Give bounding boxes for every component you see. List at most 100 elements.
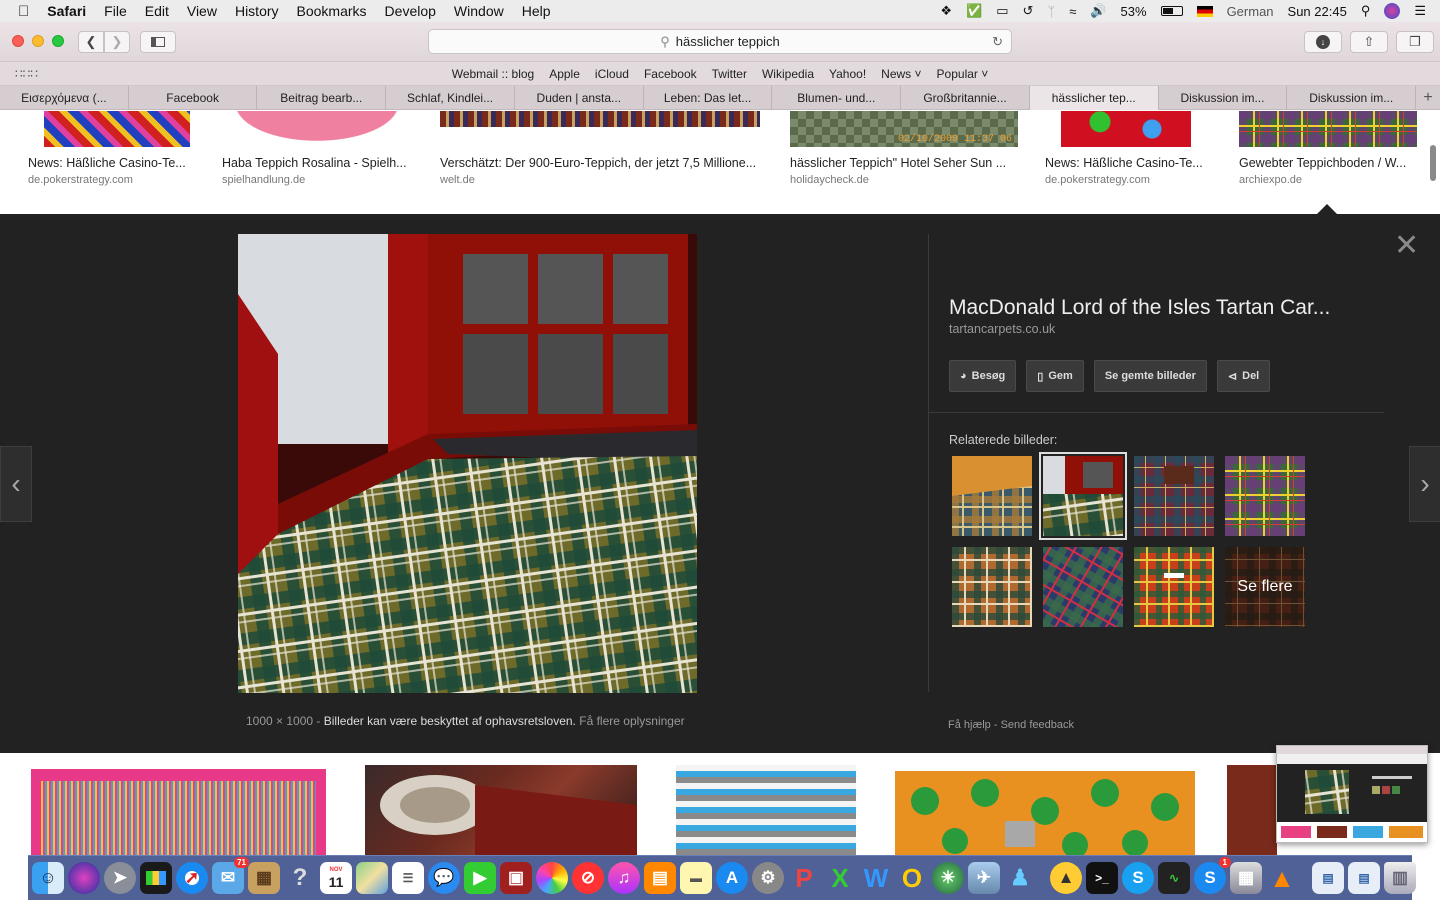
wifi-icon[interactable]: ≈ [1069,4,1076,19]
result-title[interactable]: News: Häßliche Casino-Te... [1045,156,1211,170]
close-window-button[interactable] [12,35,24,47]
mission-control-icon[interactable] [140,862,172,894]
checkmark-icon[interactable]: ✅ [966,3,982,19]
screenshot-thumbnail[interactable] [1276,745,1428,843]
result-title[interactable]: hässlicher Teppich" Hotel Seher Sun ... [790,156,1020,170]
saved-images-button[interactable]: Se gemte billeder [1093,360,1207,392]
related-image-selected[interactable] [1039,452,1127,540]
activity-monitor-icon[interactable]: ∿ [1158,862,1190,894]
image-result[interactable]: Gewebter Teppichboden / W... archiexpo.d… [1239,111,1419,186]
preview-image[interactable] [238,234,697,693]
menu-file[interactable]: File [104,3,127,19]
volume-icon[interactable]: 🔊 [1090,3,1106,19]
app-store-icon[interactable]: A [716,862,748,894]
bluetooth-icon[interactable]: ᛉ [1047,4,1055,19]
result-title[interactable]: News: Häßliche Casino-Te... [28,156,194,170]
facetime-icon[interactable]: ▶ [464,862,496,894]
image-result[interactable] [895,771,1195,855]
drive-icon[interactable]: ▲ [1050,862,1082,894]
new-tab-button[interactable]: + [1416,86,1440,109]
address-bar[interactable]: ⚲ hässlicher teppich ↻ [428,29,1012,54]
menu-app-name[interactable]: Safari [47,3,86,19]
tab-duden[interactable]: Duden | ansta... [515,86,644,110]
related-image[interactable] [1134,547,1214,627]
downloads-button[interactable]: ↓ [1304,31,1342,53]
messages-icon[interactable]: 💬 [428,862,460,894]
siri-icon[interactable] [1384,3,1401,19]
apple-menu-icon[interactable]:  [18,3,29,20]
favorite-wikipedia[interactable]: Wikipedia [762,67,814,81]
input-language[interactable]: German [1227,4,1274,19]
excel-icon[interactable]: X [824,862,856,894]
close-preview-icon[interactable]: ✕ [1394,231,1419,261]
favorite-twitter[interactable]: Twitter [712,67,747,81]
favorite-icloud[interactable]: iCloud [595,67,629,81]
outlook-icon[interactable]: O [896,862,928,894]
news-icon[interactable]: ⊘ [572,862,604,894]
tab-diskussion-1[interactable]: Diskussion im... [1159,86,1288,110]
tab-leben[interactable]: Leben: Das let... [644,86,773,110]
help-icon[interactable]: ? [284,862,316,894]
back-button[interactable]: ❮ [78,31,104,53]
airplay-icon[interactable]: ▭ [996,3,1008,19]
favorite-popular-folder[interactable]: Popular ˅ [937,67,989,81]
reload-icon[interactable]: ↻ [992,34,1003,50]
skype-business-icon[interactable]: S1 [1194,857,1231,894]
tab-haesslicher-teppich[interactable]: hässlicher tep... [1029,86,1159,110]
result-title[interactable]: Gewebter Teppichboden / W... [1239,156,1419,170]
page-scrollbar[interactable] [1430,145,1436,181]
image-result[interactable]: News: Häßliche Casino-Te... de.pokerstra… [28,111,194,186]
photos-icon[interactable] [536,862,568,894]
share-button[interactable]: ⇧ [1350,31,1388,53]
maps-icon[interactable] [356,862,388,894]
menu-edit[interactable]: Edit [145,3,169,19]
users-icon[interactable]: ♟ [1004,862,1036,894]
forward-button[interactable]: ❯ [104,31,130,53]
result-title[interactable]: Haba Teppich Rosalina - Spielh... [222,156,412,170]
network-utility-icon[interactable]: ☀ [932,862,964,894]
top-sites-grid-icon[interactable]: ∷∷∷ [15,67,38,81]
clock[interactable]: Sun 22:45 [1288,4,1347,19]
related-image[interactable] [1225,456,1305,536]
photo-tool-icon[interactable]: ✈ [968,862,1000,894]
flag-de-icon[interactable] [1196,5,1213,17]
tab-diskussion-2[interactable]: Diskussion im... [1287,86,1417,110]
tab-facebook[interactable]: Facebook [129,86,258,110]
tab-overview-button[interactable]: ❐ [1396,31,1434,53]
favorite-webmail[interactable]: Webmail :: blog [452,67,534,81]
result-thumbnail[interactable] [222,111,412,147]
powerpoint-icon[interactable]: P [788,862,820,894]
stickies-icon[interactable]: ▬ [680,862,712,894]
sidebar-button[interactable] [140,31,176,53]
mail-icon[interactable]: ✉ 71 [212,857,249,894]
result-title[interactable]: Verschätzt: Der 900-Euro-Teppich, der je… [440,156,762,170]
system-preferences-icon[interactable]: ⚙ [752,862,784,894]
word-icon[interactable]: W [860,862,892,894]
image-capture-icon[interactable]: ▦ [1230,862,1262,894]
image-result[interactable]: News: Häßliche Casino-Te... de.pokerstra… [1045,111,1211,186]
favorite-facebook[interactable]: Facebook [644,67,697,81]
siri-dock-icon[interactable] [68,862,100,894]
image-result[interactable]: Haba Teppich Rosalina - Spielh... spielh… [222,111,412,186]
result-thumbnail[interactable] [1239,111,1417,147]
result-thumbnail[interactable] [1061,111,1191,147]
menu-bookmarks[interactable]: Bookmarks [297,3,367,19]
tab-grossbritannien[interactable]: Großbritannie... [901,86,1030,110]
menu-help[interactable]: Help [522,3,551,19]
dropbox-icon[interactable]: ❖ [940,3,952,19]
share-image-button[interactable]: ⊲ Del [1216,360,1271,392]
help-link[interactable]: Få hjælp [948,719,991,731]
related-image[interactable] [1043,547,1123,627]
launchpad-icon[interactable]: ➤ [104,862,136,894]
related-image[interactable] [952,456,1032,536]
image-result[interactable] [365,765,637,855]
result-thumbnail[interactable] [44,111,190,147]
tab-inbox[interactable]: Εισερχόμενα (... [0,86,129,110]
feedback-link[interactable]: Send feedback [1001,719,1074,731]
favorite-apple[interactable]: Apple [549,67,580,81]
time-machine-icon[interactable]: ↺ [1022,3,1033,19]
minimize-window-button[interactable] [32,35,44,47]
result-thumbnail[interactable] [440,111,760,127]
downloads-stack-icon[interactable]: ▤ [1312,862,1344,894]
music-icon[interactable]: ♫ [608,862,640,894]
